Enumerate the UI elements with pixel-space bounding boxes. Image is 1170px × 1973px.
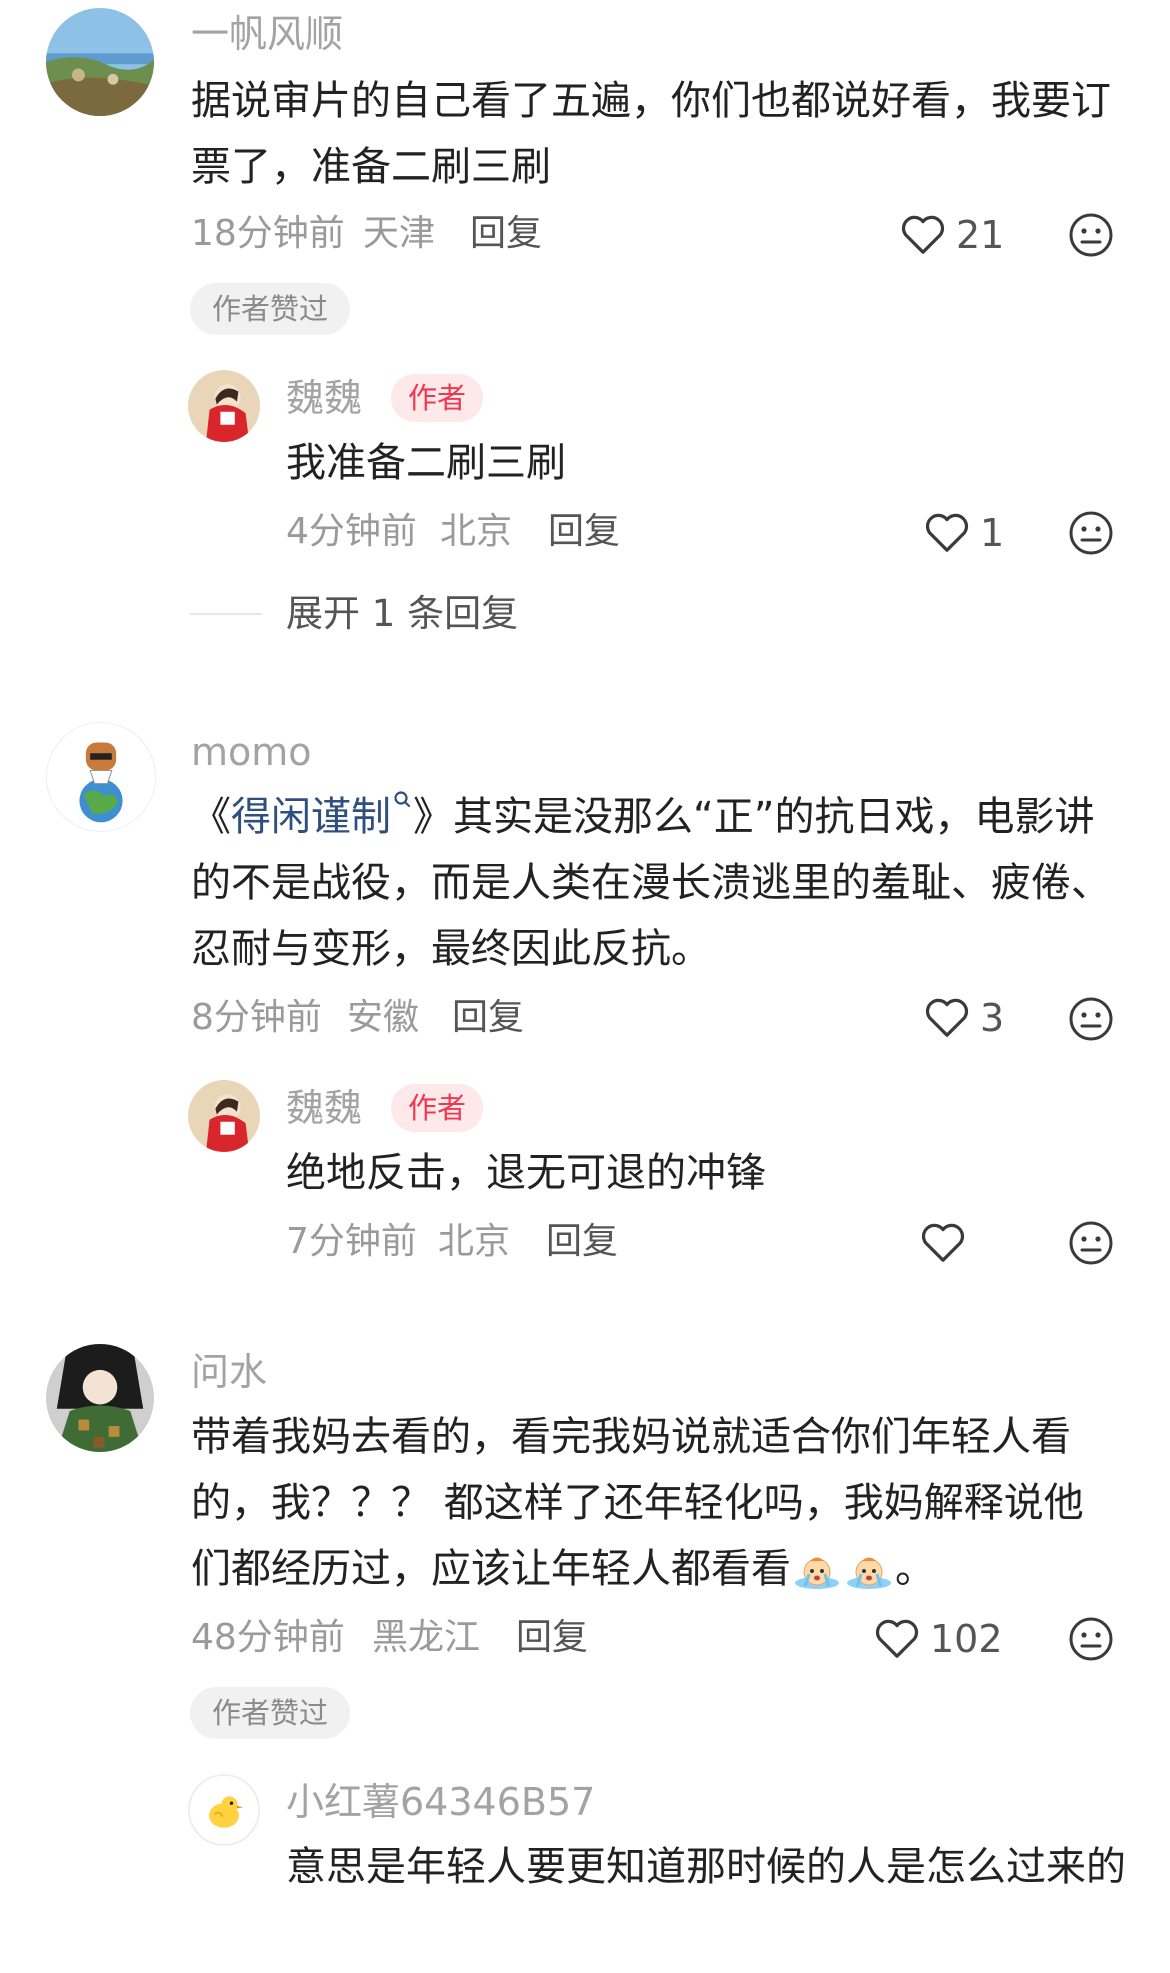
reply-button[interactable]: 回复 xyxy=(548,510,620,554)
heart-outline-icon xyxy=(875,1619,919,1658)
comment-username[interactable]: 一帆风顺 xyxy=(191,12,343,56)
comment-location: 安徽 xyxy=(347,997,420,1038)
heart-outline-icon xyxy=(921,1223,965,1262)
reply-button[interactable]: 回复 xyxy=(452,996,524,1040)
reply-text[interactable]: 绝地反击，退无可退的冲锋 xyxy=(286,1140,1116,1206)
comment-location: 黑龙江 xyxy=(372,1617,481,1658)
comment-text[interactable]: 带着我妈去看的，看完我妈说就适合你们年轻人看的，我？？？ 都这样了还年轻化吗，我… xyxy=(191,1404,1121,1602)
like-button[interactable] xyxy=(920,1218,976,1268)
comment-location: 天津 xyxy=(363,213,436,254)
comment-time: 18分钟前 xyxy=(191,213,345,254)
reply-username[interactable]: 魏魏 xyxy=(286,376,362,420)
reply-location: 北京 xyxy=(440,511,513,552)
neutral-face-icon xyxy=(1069,1617,1113,1661)
crying-emoji-icon xyxy=(795,1557,839,1589)
avatar[interactable] xyxy=(188,1774,260,1846)
crying-emoji-icon xyxy=(847,1557,891,1589)
author-badge: 作者 xyxy=(391,374,484,422)
search-link[interactable]: 得闲谨制 xyxy=(231,791,413,840)
comment-username[interactable]: momo xyxy=(191,730,312,774)
reply-location: 北京 xyxy=(438,1221,511,1262)
author-badge: 作者 xyxy=(391,1084,484,1132)
reply-button[interactable]: 回复 xyxy=(516,1616,588,1660)
reply-time: 4分钟前 xyxy=(286,511,417,552)
like-count: 21 xyxy=(956,213,1005,257)
like-button[interactable]: 102 xyxy=(874,1614,1003,1664)
dislike-button[interactable] xyxy=(1068,996,1114,1042)
reply-button[interactable]: 回复 xyxy=(546,1220,618,1264)
reply-text[interactable]: 意思是年轻人要更知道那时候的人是怎么过来的 xyxy=(286,1834,1126,1900)
reply-button[interactable]: 回复 xyxy=(470,212,542,256)
reply-time: 7分钟前 xyxy=(286,1221,417,1262)
like-count: 102 xyxy=(930,1617,1003,1661)
expand-replies-button[interactable]: 展开 1 条回复 xyxy=(286,592,518,636)
text-prefix: 《 xyxy=(191,794,231,840)
author-liked-tag: 作者赞过 xyxy=(190,1687,351,1739)
search-link-text: 得闲谨制 xyxy=(231,794,391,840)
avatar[interactable] xyxy=(46,722,156,832)
like-button[interactable]: 1 xyxy=(924,508,1004,558)
comment-time: 8分钟前 xyxy=(191,997,322,1038)
neutral-face-icon xyxy=(1069,997,1113,1041)
avatar[interactable] xyxy=(46,1344,154,1452)
neutral-face-icon xyxy=(1069,213,1113,257)
avatar[interactable] xyxy=(188,370,260,442)
comment-text-body: 带着我妈去看的，看完我妈说就适合你们年轻人看的，我？？？ 都这样了还年轻化吗，我… xyxy=(191,1414,1084,1592)
dislike-button[interactable] xyxy=(1068,1220,1114,1266)
reply-username[interactable]: 魏魏 xyxy=(286,1086,362,1130)
avatar[interactable] xyxy=(188,1080,260,1152)
neutral-face-icon xyxy=(1069,511,1113,555)
dislike-button[interactable] xyxy=(1068,212,1114,258)
like-button[interactable]: 21 xyxy=(900,210,1004,260)
heart-outline-icon xyxy=(925,998,969,1037)
author-liked-tag: 作者赞过 xyxy=(190,283,351,335)
reply-username[interactable]: 小红薯64346B57 xyxy=(286,1780,595,1824)
like-button[interactable]: 3 xyxy=(924,993,1004,1043)
comment-time: 48分钟前 xyxy=(191,1617,345,1658)
heart-outline-icon xyxy=(925,513,969,552)
like-count: 3 xyxy=(980,996,1005,1040)
dislike-button[interactable] xyxy=(1068,510,1114,556)
comment-text[interactable]: 《得闲谨制 》其实是没那么“正”的抗日戏，电影讲的不是战役，而是人类在漫长溃逃里的… xyxy=(191,784,1121,982)
comment-text-end: 。 xyxy=(895,1546,935,1592)
like-count: 1 xyxy=(980,511,1005,555)
avatar[interactable] xyxy=(46,8,154,116)
heart-outline-icon xyxy=(901,215,945,254)
comment-username[interactable]: 问水 xyxy=(191,1350,267,1394)
reply-text[interactable]: 我准备二刷三刷 xyxy=(286,430,1116,496)
neutral-face-icon xyxy=(1069,1221,1113,1265)
dislike-button[interactable] xyxy=(1068,1616,1114,1662)
search-icon xyxy=(394,791,411,808)
comment-text[interactable]: 据说审片的自己看了五遍，你们也都说好看，我要订票了，准备二刷三刷 xyxy=(191,68,1121,200)
expand-divider xyxy=(190,613,262,615)
